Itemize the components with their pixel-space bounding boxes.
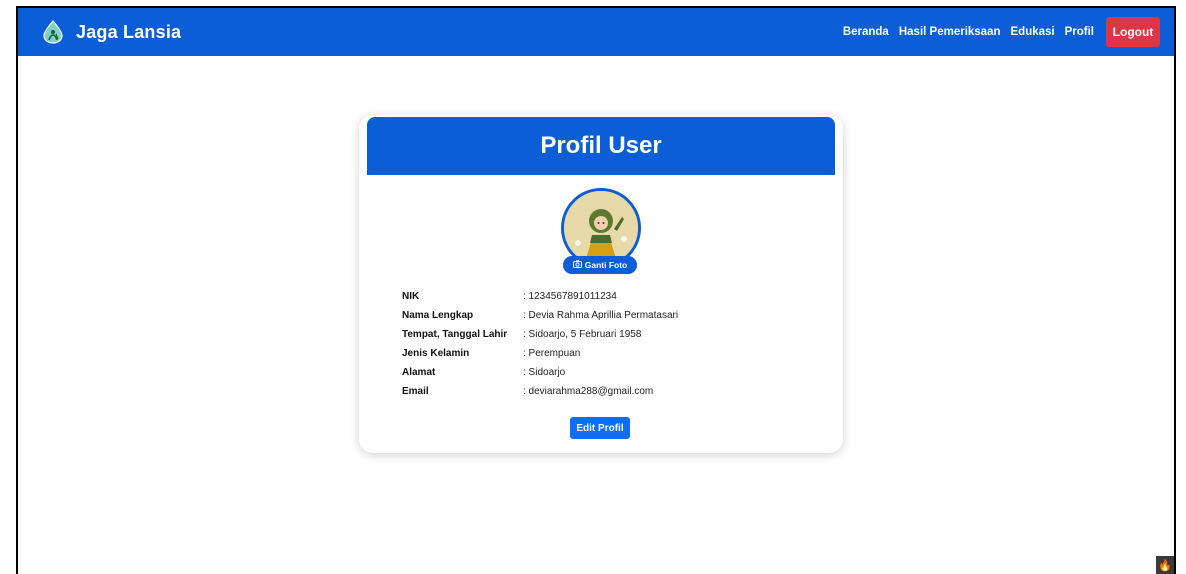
- info-label: Nama Lengkap: [402, 310, 474, 321]
- info-value: : Perempuan: [523, 348, 581, 359]
- info-value: : Devia Rahma Aprillia Permatasari: [523, 310, 679, 321]
- water-drop-elder-icon: [43, 20, 63, 44]
- nav-link-edukasi[interactable]: Edukasi: [1011, 26, 1055, 38]
- info-row-tempat-tanggal-lahir: Tempat, Tanggal Lahir : Sidoarjo, 5 Febr…: [402, 325, 678, 344]
- nav-links: Beranda Hasil Pemeriksaan Edukasi Profil…: [843, 17, 1160, 47]
- brand[interactable]: Jaga Lansia: [42, 20, 181, 44]
- info-label: NIK: [402, 291, 420, 302]
- camera-icon: [572, 260, 582, 270]
- logout-button[interactable]: Logout: [1106, 17, 1160, 47]
- info-value: : deviarahma288@gmail.com: [523, 386, 654, 397]
- info-row-nama-lengkap: Nama Lengkap : Devia Rahma Aprillia Perm…: [402, 306, 678, 325]
- info-row-email: Email : deviarahma288@gmail.com: [402, 382, 678, 401]
- brand-name: Jaga Lansia: [76, 21, 182, 42]
- card-header: Profil User: [367, 117, 835, 175]
- info-row-alamat: Alamat : Sidoarjo: [402, 363, 678, 382]
- nav-link-hasil-pemeriksaan[interactable]: Hasil Pemeriksaan: [899, 26, 1001, 38]
- nav-link-beranda[interactable]: Beranda: [843, 26, 889, 38]
- browser-viewport: Jaga Lansia Beranda Hasil Pemeriksaan Ed…: [16, 6, 1176, 574]
- profile-card: Profil User Ganti Foto NIK: 12345678910…: [359, 115, 843, 453]
- flame-icon[interactable]: 🔥: [1156, 556, 1174, 574]
- avatar-illustration: [564, 191, 638, 265]
- info-label: Jenis Kelamin: [402, 348, 470, 359]
- info-value: : Sidoarjo: [523, 367, 566, 378]
- page-title: Profil User: [540, 132, 662, 159]
- edit-profile-button[interactable]: Edit Profil: [570, 417, 630, 439]
- info-value: : 1234567891011234: [523, 291, 617, 302]
- info-label: Email: [402, 386, 429, 397]
- info-label: Alamat: [402, 367, 436, 378]
- nav-link-profil[interactable]: Profil: [1065, 26, 1094, 38]
- change-photo-label: Ganti Foto: [584, 260, 628, 270]
- navbar: Jaga Lansia Beranda Hasil Pemeriksaan Ed…: [18, 8, 1174, 56]
- info-label: Tempat, Tanggal Lahir: [402, 329, 508, 340]
- change-photo-button[interactable]: Ganti Foto: [563, 256, 637, 274]
- profile-info-table: NIK : 1234567891011234 Nama Lengkap : De…: [402, 287, 678, 401]
- info-row-nik: NIK : 1234567891011234: [402, 287, 678, 306]
- info-row-jenis-kelamin: Jenis Kelamin : Perempuan: [402, 344, 678, 363]
- info-value: : Sidoarjo, 5 Februari 1958: [523, 329, 642, 340]
- avatar-section: Ganti Foto: [561, 188, 641, 278]
